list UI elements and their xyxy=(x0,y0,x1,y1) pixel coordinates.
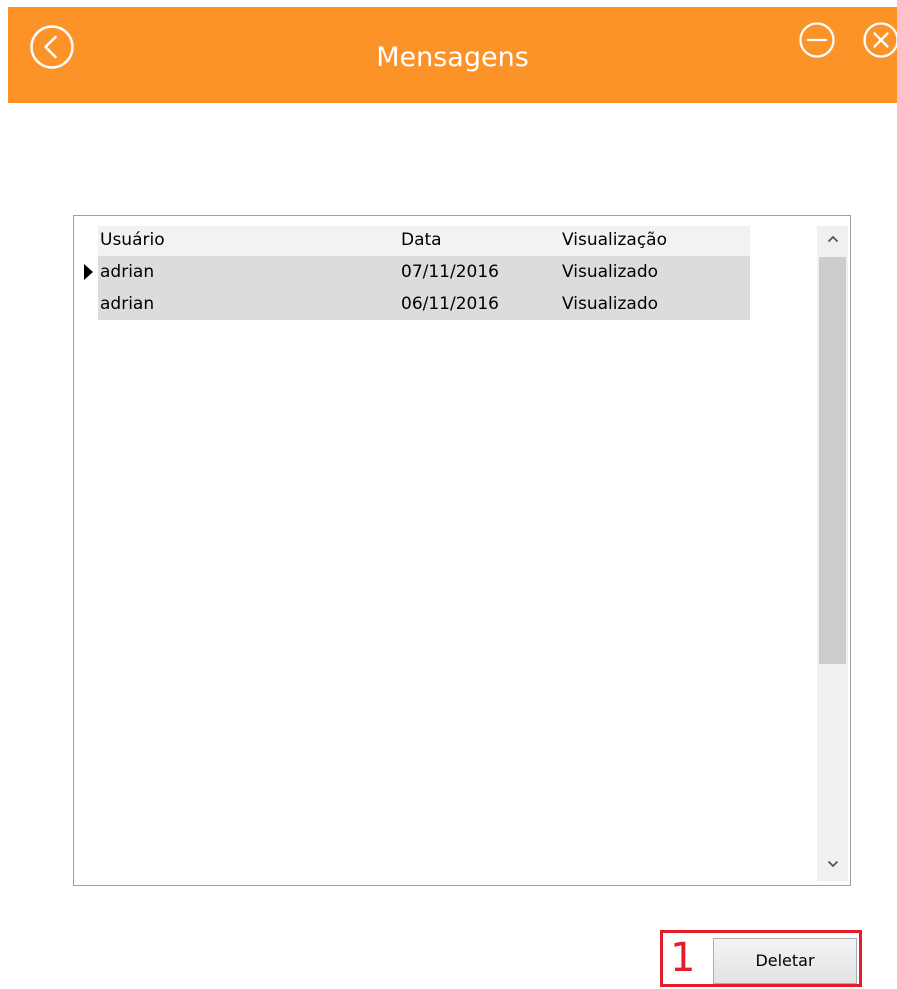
scroll-thumb[interactable] xyxy=(819,257,846,664)
cell-visualizacao: Visualizado xyxy=(562,294,659,314)
window-title: Mensagens xyxy=(376,42,529,73)
column-header-data[interactable]: Data xyxy=(401,224,442,256)
cell-data: 07/11/2016 xyxy=(401,262,499,282)
table-row[interactable]: adrian 06/11/2016 Visualizado xyxy=(98,288,750,320)
messages-grid[interactable]: Usuário Data Visualização adrian 07/11/2… xyxy=(73,215,851,886)
close-button[interactable] xyxy=(862,21,897,59)
annotation-number: 1 xyxy=(670,935,696,981)
scroll-down-button[interactable] xyxy=(817,851,848,881)
cell-visualizacao: Visualizado xyxy=(562,262,659,282)
chevron-down-icon xyxy=(827,860,838,868)
cell-usuario: adrian xyxy=(100,262,155,282)
minus-circle-icon xyxy=(799,22,835,58)
cell-usuario: adrian xyxy=(100,294,155,314)
chevron-up-icon xyxy=(827,235,838,243)
title-bar: Mensagens xyxy=(8,7,897,103)
cell-data: 06/11/2016 xyxy=(401,294,499,314)
vertical-scrollbar[interactable] xyxy=(817,226,848,881)
delete-button[interactable]: Deletar xyxy=(713,938,857,984)
close-icon xyxy=(863,22,897,58)
minimize-button[interactable] xyxy=(798,21,836,59)
column-header-usuario[interactable]: Usuário xyxy=(100,224,165,256)
table-row[interactable]: adrian 07/11/2016 Visualizado xyxy=(98,256,750,288)
column-header-visualizacao[interactable]: Visualização xyxy=(562,224,667,256)
scroll-up-button[interactable] xyxy=(817,226,848,256)
current-row-indicator-icon xyxy=(84,264,93,280)
grid-header: Usuário Data Visualização xyxy=(98,226,750,256)
